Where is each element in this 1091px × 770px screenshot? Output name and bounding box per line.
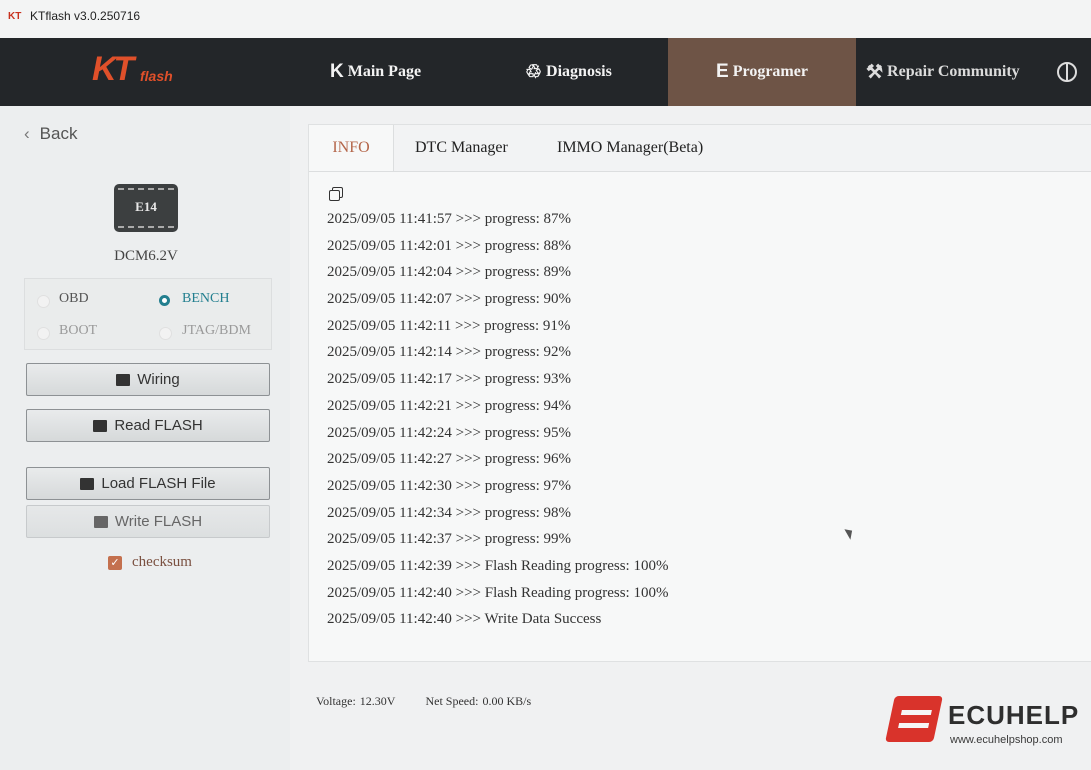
info-panel: INFO DTC Manager IMMO Manager(Beta) 2025… [308,124,1091,662]
log-line: 2025/09/05 11:42:40 >>> Flash Reading pr… [327,584,669,601]
log-line: 2025/09/05 11:42:27 >>> progress: 96% [327,451,571,468]
chevron-left-icon: ‹ [24,124,30,143]
net-speed-label: Net Speed: [425,694,479,708]
wiring-button[interactable]: Wiring [26,363,270,396]
log-line: 2025/09/05 11:42:30 >>> progress: 97% [327,477,571,494]
nav-main-page[interactable]: K Main Page [330,38,421,106]
nav-programer-label: Programer [732,63,808,80]
log-line: 2025/09/05 11:42:14 >>> progress: 92% [327,344,571,361]
read-flash-button[interactable]: Read FLASH [26,409,270,442]
radio-jtag[interactable] [159,327,172,340]
watermark-url: www.ecuhelpshop.com [950,734,1063,746]
ktflash-logo: KT flash [92,50,202,90]
globe-icon[interactable] [1057,62,1077,82]
chip-label: E14 [135,199,157,214]
log-line: 2025/09/05 11:42:40 >>> Write Data Succe… [327,611,602,628]
mouse-cursor-icon [844,526,856,540]
logo-main-text: KT [92,50,134,88]
load-flash-file-button[interactable]: Load FLASH File [26,467,270,500]
repair-community-icon: ⚒ [866,61,884,83]
copy-icon-front [329,190,340,201]
voltage-value: 12.30V [359,694,396,708]
log-line: 2025/09/05 11:42:37 >>> progress: 99% [327,531,571,548]
chip-pins-bottom [118,220,174,228]
log-line: 2025/09/05 11:42:21 >>> progress: 94% [327,397,571,414]
voltage-label: Voltage: [316,694,356,708]
nav-diagnosis-label: Diagnosis [546,63,612,80]
copy-icon[interactable] [329,187,343,201]
wiring-label: Wiring [137,371,180,388]
log-line: 2025/09/05 11:41:57 >>> progress: 87% [327,211,571,227]
mode-jtag-label: JTAG/BDM [182,323,251,338]
connection-mode-group: OBD BENCH BOOT JTAG/BDM [24,278,272,350]
write-flash-label: Write FLASH [114,513,203,530]
log-line: 2025/09/05 11:42:17 >>> progress: 93% [327,371,571,388]
log-line: 2025/09/05 11:42:11 >>> progress: 91% [327,317,571,334]
radio-bench[interactable] [159,295,170,306]
diagnosis-icon: ♲ [525,61,543,83]
log-line: 2025/09/05 11:42:04 >>> progress: 89% [327,264,571,281]
watermark-brand: ECUHELP [948,700,1080,730]
checksum-checkbox[interactable]: ✓ checksum [108,554,192,571]
mode-obd-label: OBD [59,291,89,306]
read-flash-label: Read FLASH [114,417,203,434]
radio-obd[interactable] [37,295,50,308]
radio-boot[interactable] [37,327,50,340]
sidebar: ‹ Back E14 DCM6.2V OBD BENCH BOOT JTAG/BD… [0,106,290,770]
nav-programer[interactable]: E Programer [668,38,856,106]
app-logo-icon: KT [8,11,22,22]
nav-main-page-label: Main Page [347,63,422,80]
main-panel: INFO DTC Manager IMMO Manager(Beta) 2025… [290,106,1091,770]
programer-icon: E [716,61,729,82]
nav-repair-community[interactable]: ⚒ Repair Community [866,38,1020,106]
log-list: 2025/09/05 11:41:57 >>> progress: 87% 20… [327,211,668,638]
wiring-icon [116,373,131,386]
status-bar: Voltage: 12.30V Net Speed: 0.00 KB/s [316,694,535,709]
check-icon: ✓ [108,555,122,570]
tab-bar: INFO DTC Manager IMMO Manager(Beta) [309,125,1091,172]
chip-pins-top [118,188,174,196]
logo-sub-text: flash [140,68,173,84]
nav-repair-community-label: Repair Community [887,63,1020,80]
load-file-icon [80,477,95,490]
window-titlebar: KT KTflash v3.0.250716 [0,0,1091,38]
ecuhelp-watermark: ECUHELP www.ecuhelpshop.com [885,694,1090,754]
tab-info[interactable]: INFO [309,125,394,171]
nav-diagnosis[interactable]: ♲ Diagnosis [525,38,612,106]
tab-immo-manager[interactable]: IMMO Manager(Beta) [557,125,703,171]
log-line: 2025/09/05 11:42:34 >>> progress: 98% [327,504,571,521]
back-button[interactable]: ‹ Back [24,124,77,144]
log-line: 2025/09/05 11:42:39 >>> Flash Reading pr… [327,557,669,574]
log-line: 2025/09/05 11:42:24 >>> progress: 95% [327,424,571,441]
ecuhelp-logo-icon [885,696,943,742]
log-line: 2025/09/05 11:42:01 >>> progress: 88% [327,237,571,254]
net-speed-value: 0.00 KB/s [482,694,532,708]
checksum-label: checksum [132,554,192,570]
ecu-chip-icon: E14 [114,184,178,232]
read-flash-icon [93,419,108,432]
load-flash-label: Load FLASH File [101,475,216,492]
back-label: Back [39,124,78,143]
main-page-icon: K [330,61,344,82]
mode-boot-label: BOOT [59,323,98,338]
mode-bench-label: BENCH [182,291,230,306]
window-title: KTflash v3.0.250716 [30,9,141,23]
write-flash-icon [93,515,108,528]
top-nav: KT flash K Main Page ♲ Diagnosis E Progr… [0,38,1091,106]
log-line: 2025/09/05 11:42:07 >>> progress: 90% [327,291,571,308]
write-flash-button[interactable]: Write FLASH [26,505,270,538]
ecu-name: DCM6.2V [114,248,178,264]
tab-dtc-manager[interactable]: DTC Manager [415,125,508,171]
